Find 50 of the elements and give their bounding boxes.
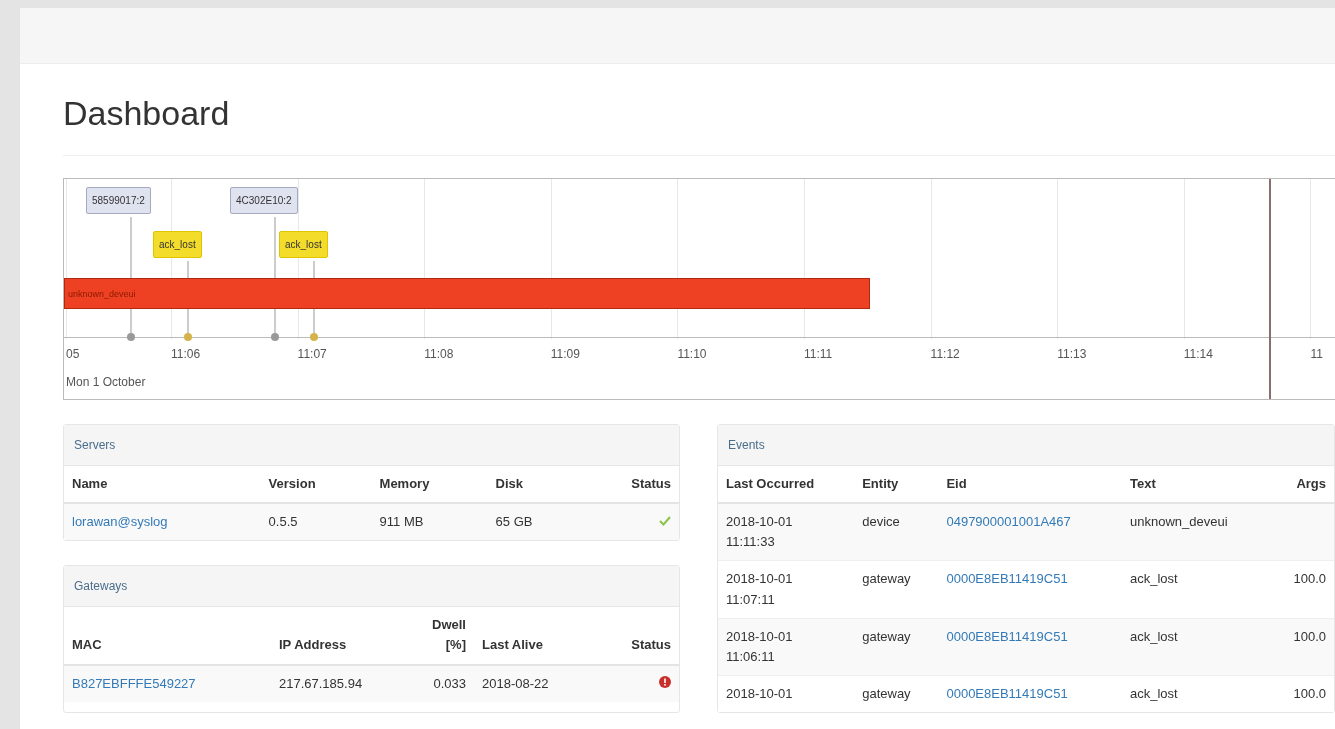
panel-title: Gateways	[64, 566, 679, 608]
timeline-bar[interactable]: unknown_deveui	[64, 278, 870, 309]
table-cell: gateway	[854, 618, 939, 676]
table-cell: ack_lost	[1121, 618, 1271, 676]
date-label: Mon 1 October	[66, 375, 146, 389]
time-tick: 11:06	[171, 347, 201, 361]
column-header: Status	[596, 607, 679, 665]
page-title: Dashboard	[63, 94, 231, 133]
table-cell: 2018-08-22	[474, 664, 597, 702]
time-tick: 11:13	[1057, 347, 1087, 361]
time-tick: 11:07	[297, 347, 327, 361]
table-cell: 0.5.5	[260, 503, 372, 541]
table-cell[interactable]: lorawan@syslog	[64, 503, 261, 541]
table-cell: gateway	[854, 560, 939, 619]
table-cell: 911 MB	[371, 503, 488, 541]
panel-title: Events	[718, 425, 1334, 466]
table-cell: 100.0	[1270, 618, 1334, 676]
table-cell[interactable]: 0000E8EB11419C51	[938, 618, 1122, 676]
table-cell: 100.0	[1270, 560, 1334, 619]
table-cell: 2018-10-01 11:11:33	[718, 503, 855, 561]
table-cell: device	[854, 503, 939, 561]
table-cell[interactable]: 0000E8EB11419C51	[938, 560, 1122, 619]
panel-title: Servers	[64, 425, 679, 466]
time-tick: 11	[1310, 347, 1323, 361]
table-cell: ack_lost	[1121, 560, 1271, 619]
table-cell: 2018-10-01	[718, 675, 855, 713]
table-cell: 65 GB	[487, 503, 581, 541]
table-cell: 2018-10-01 11:06:11	[718, 618, 855, 676]
timeline-event[interactable]: 4C302E10:2	[230, 187, 298, 214]
table-cell: unknown_deveui	[1121, 503, 1271, 561]
time-tick: 11:14	[1183, 347, 1213, 361]
time-tick: 11:11	[804, 347, 833, 361]
table-cell[interactable]: B827EBFFFE549227	[64, 664, 271, 702]
time-tick: 05	[66, 347, 80, 361]
column-header: Last Alive	[474, 607, 597, 665]
time-tick: 11:12	[930, 347, 960, 361]
table-cell: 217.67.185.94	[271, 664, 418, 702]
time-tick: 11:09	[550, 347, 580, 361]
table-cell: 0.033	[418, 664, 474, 702]
column-header: IP Address	[271, 607, 418, 665]
table-cell[interactable]: 0497900001001A467	[938, 503, 1122, 561]
table-cell: 100.0	[1270, 675, 1334, 713]
table-cell: 2018-10-01 11:07:11	[718, 560, 855, 619]
column-header: MAC	[64, 607, 271, 665]
timeline-event[interactable]: 58599017:2	[86, 187, 151, 214]
time-tick: 11:10	[677, 347, 707, 361]
column-header: Dwell [%]	[418, 607, 474, 665]
timeline-event[interactable]: ack_lost	[279, 231, 328, 258]
time-tick: 11:08	[424, 347, 454, 361]
timeline-event[interactable]: ack_lost	[153, 231, 202, 258]
